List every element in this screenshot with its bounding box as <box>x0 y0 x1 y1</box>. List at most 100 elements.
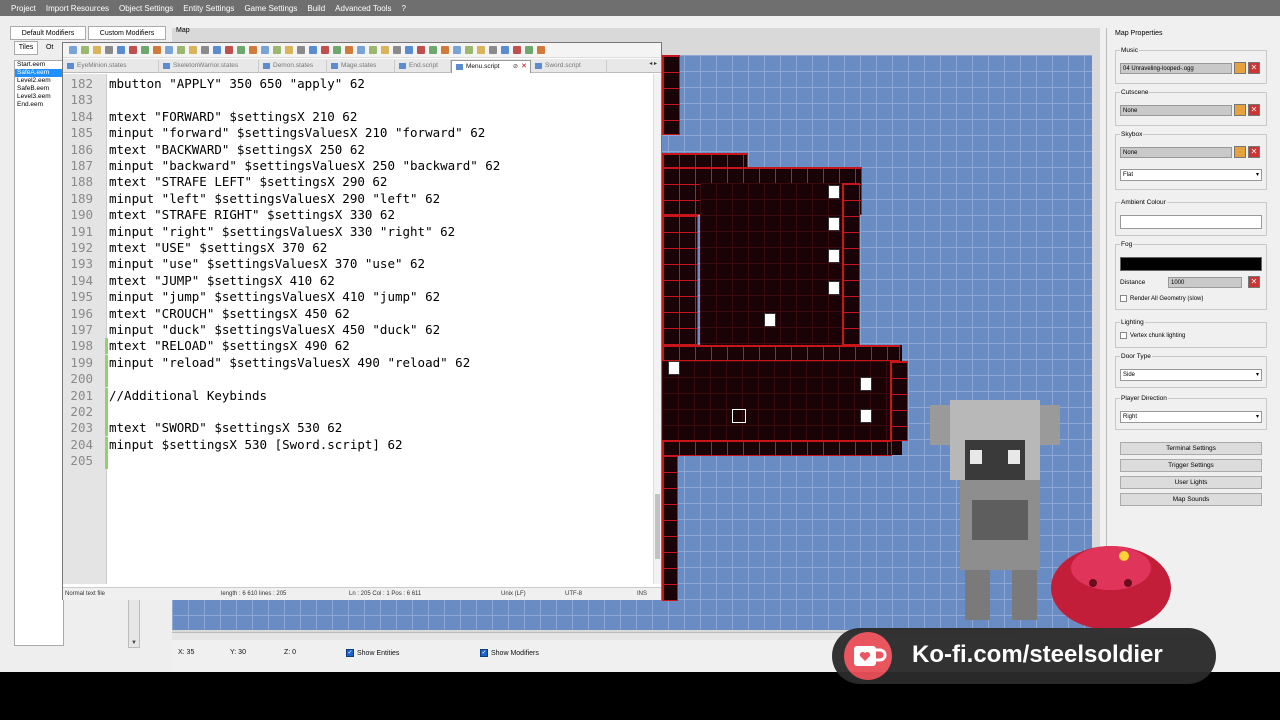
toolbar-button-icon[interactable] <box>93 46 101 54</box>
terminal-settings-button[interactable]: Terminal Settings <box>1120 442 1262 455</box>
toolbar-button-icon[interactable] <box>249 46 257 54</box>
list-item[interactable]: Start.eem <box>15 61 63 69</box>
skybox-field[interactable]: None <box>1120 147 1232 158</box>
scroll-thumb[interactable] <box>655 494 660 559</box>
clear-icon[interactable]: ✕ <box>1248 146 1260 158</box>
toolbar-button-icon[interactable] <box>369 46 377 54</box>
code-line[interactable]: minput $settingsX 530 [Sword.script] 62 <box>109 437 403 453</box>
code-line[interactable]: minput "duck" $settingsValuesX 450 "duck… <box>109 322 440 338</box>
toolbar-button-icon[interactable] <box>201 46 209 54</box>
menu-build[interactable]: Build <box>302 4 330 13</box>
cutscene-field[interactable]: None <box>1120 105 1232 116</box>
list-item[interactable]: End.eem <box>15 101 63 109</box>
lock-icon[interactable]: ⊘ <box>513 61 518 73</box>
entity-marker[interactable] <box>668 361 680 375</box>
entity-marker[interactable] <box>828 217 840 231</box>
checkbox-checked-icon[interactable]: ✓ <box>480 649 488 657</box>
menu-object-settings[interactable]: Object Settings <box>114 4 178 13</box>
toolbar-button-icon[interactable] <box>261 46 269 54</box>
checkbox-checked-icon[interactable]: ✓ <box>346 649 354 657</box>
code-line[interactable]: mtext "FORWARD" $settingsX 210 62 <box>109 109 357 125</box>
tab-mage-states[interactable]: Mage.states <box>327 60 395 73</box>
folder-icon[interactable] <box>1234 104 1246 116</box>
list-item[interactable]: SafeA.eem <box>15 69 63 77</box>
toolbar-button-icon[interactable] <box>165 46 173 54</box>
toolbar-button-icon[interactable] <box>417 46 425 54</box>
toolbar-button-icon[interactable] <box>357 46 365 54</box>
toolbar-button-icon[interactable] <box>285 46 293 54</box>
tab-sword-script[interactable]: Sword.script <box>531 60 607 73</box>
checkbox-icon[interactable] <box>1120 332 1127 339</box>
toolbar-button-icon[interactable] <box>117 46 125 54</box>
code-line[interactable]: mtext "CROUCH" $settingsX 450 62 <box>109 306 350 322</box>
render-all-checkbox[interactable]: Render All Geometry (slow) <box>1120 295 1203 302</box>
code-area[interactable]: mbutton "APPLY" 350 650 "apply" 62 mtext … <box>109 74 653 584</box>
toolbar-button-icon[interactable] <box>525 46 533 54</box>
toolbar-button-icon[interactable] <box>537 46 545 54</box>
tab-custom-modifiers[interactable]: Custom Modifiers <box>88 26 166 40</box>
entity-marker[interactable] <box>764 313 776 327</box>
menu-advanced-tools[interactable]: Advanced Tools <box>330 4 396 13</box>
toolbar-button-icon[interactable] <box>429 46 437 54</box>
clear-icon[interactable]: ✕ <box>1248 104 1260 116</box>
trigger-settings-button[interactable]: Trigger Settings <box>1120 459 1262 472</box>
kofi-banner[interactable]: Ko-fi.com/steelsoldier <box>832 628 1216 684</box>
code-line[interactable]: minput "forward" $settingsValuesX 210 "f… <box>109 125 485 141</box>
code-line[interactable]: minput "reload" $settingsValuesX 490 "re… <box>109 355 470 371</box>
scroll-down-icon[interactable]: ▼ <box>131 640 137 646</box>
toolbar-button-icon[interactable] <box>213 46 221 54</box>
toolbar-button-icon[interactable] <box>309 46 317 54</box>
toolbar-button-icon[interactable] <box>513 46 521 54</box>
show-modifiers-toggle[interactable]: ✓ Show Modifiers <box>480 649 539 657</box>
toolbar-button-icon[interactable] <box>321 46 329 54</box>
tab-eyeminion-states[interactable]: EyeMinion.states <box>63 60 159 73</box>
list-item[interactable]: Level2.eem <box>15 77 63 85</box>
user-lights-button[interactable]: User Lights <box>1120 476 1262 489</box>
fog-colour-swatch[interactable] <box>1120 257 1262 271</box>
toolbar-button-icon[interactable] <box>105 46 113 54</box>
toolbar-button-icon[interactable] <box>465 46 473 54</box>
code-line[interactable]: mtext "STRAFE RIGHT" $settingsX 330 62 <box>109 207 395 223</box>
code-line[interactable]: mtext "USE" $settingsX 370 62 <box>109 240 327 256</box>
tab-tiles[interactable]: Tiles <box>14 41 38 55</box>
distance-field[interactable]: 1000 <box>1168 277 1242 288</box>
entity-marker[interactable] <box>860 377 872 391</box>
code-line[interactable]: mtext "STRAFE LEFT" $settingsX 290 62 <box>109 174 387 190</box>
code-line[interactable]: mtext "JUMP" $settingsX 410 62 <box>109 273 335 289</box>
close-icon[interactable]: ✕ <box>521 61 527 73</box>
entity-marker[interactable] <box>860 409 872 423</box>
map-sounds-button[interactable]: Map Sounds <box>1120 493 1262 506</box>
toolbar-button-icon[interactable] <box>153 46 161 54</box>
toolbar-button-icon[interactable] <box>489 46 497 54</box>
tab-skeletonwarrior-states[interactable]: SkeletonWarrior.states <box>159 60 259 73</box>
editor-vertical-scrollbar[interactable] <box>653 74 661 584</box>
menu-project[interactable]: Project <box>6 4 41 13</box>
clear-icon[interactable]: ✕ <box>1248 62 1260 74</box>
toolbar-button-icon[interactable] <box>345 46 353 54</box>
skybox-mode-select[interactable]: Flat ▾ <box>1120 169 1262 181</box>
toolbar-button-icon[interactable] <box>237 46 245 54</box>
toolbar-button-icon[interactable] <box>189 46 197 54</box>
code-line[interactable]: minput "use" $settingsValuesX 370 "use" … <box>109 256 425 272</box>
code-line[interactable]: minput "left" $settingsValuesX 290 "left… <box>109 191 440 207</box>
toolbar-button-icon[interactable] <box>273 46 281 54</box>
toolbar-button-icon[interactable] <box>225 46 233 54</box>
code-line[interactable]: mtext "RELOAD" $settingsX 490 62 <box>109 338 350 354</box>
menu-import-resources[interactable]: Import Resources <box>41 4 114 13</box>
toolbar-button-icon[interactable] <box>381 46 389 54</box>
tab-other[interactable]: Ot <box>46 42 60 54</box>
clear-icon[interactable]: ✕ <box>1248 276 1260 288</box>
list-item[interactable]: SafeB.eem <box>15 85 63 93</box>
folder-icon[interactable] <box>1234 146 1246 158</box>
folder-icon[interactable] <box>1234 62 1246 74</box>
menu-entity-settings[interactable]: Entity Settings <box>178 4 239 13</box>
level-file-list[interactable]: Start.eem SafeA.eem Level2.eem SafeB.eem… <box>14 60 64 646</box>
music-field[interactable]: 04 Unraveling-looped-.ogg <box>1120 63 1232 74</box>
toolbar-button-icon[interactable] <box>453 46 461 54</box>
toolbar-button-icon[interactable] <box>333 46 341 54</box>
player-direction-select[interactable]: Right ▾ <box>1120 411 1262 423</box>
menu-help[interactable]: ? <box>397 4 411 13</box>
toolbar-button-icon[interactable] <box>393 46 401 54</box>
toolbar-button-icon[interactable] <box>177 46 185 54</box>
vertex-chunk-checkbox[interactable]: Vertex chunk lighting <box>1120 332 1185 339</box>
